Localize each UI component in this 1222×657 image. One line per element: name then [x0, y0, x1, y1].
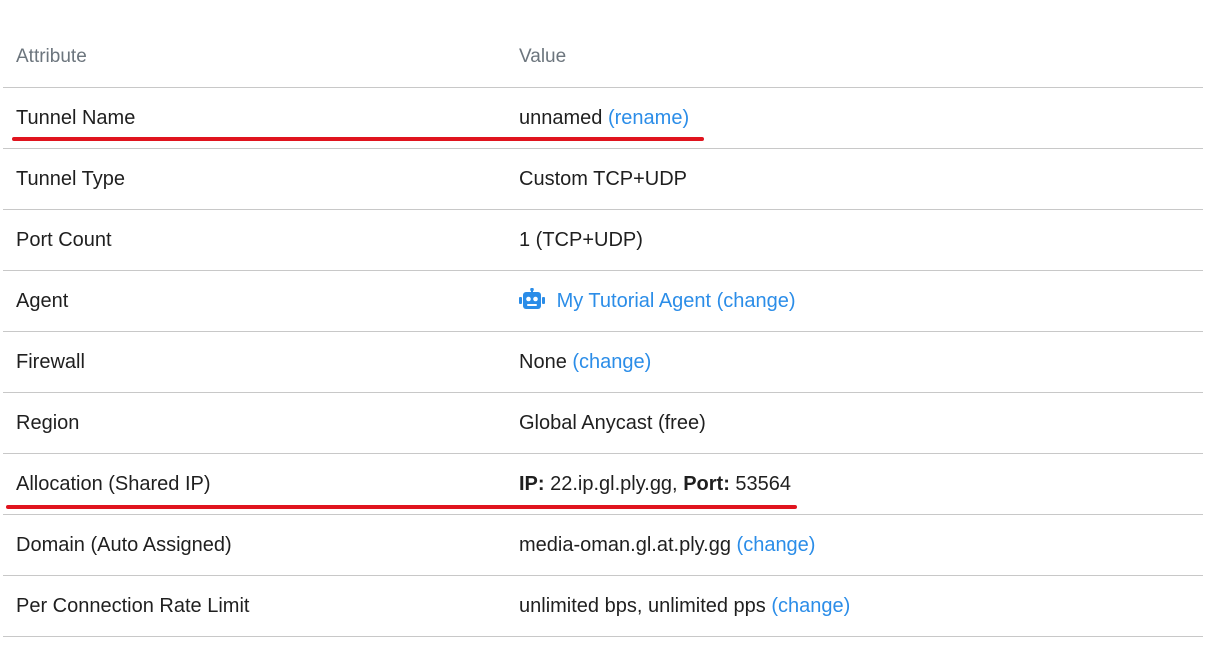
- rename-link[interactable]: (rename): [608, 107, 689, 129]
- tunnel-type-value: Custom TCP+UDP: [519, 168, 688, 190]
- tunnel-name-value: unnamed: [519, 107, 603, 129]
- firewall-change-link[interactable]: (change): [572, 351, 651, 373]
- value-column-header: Value: [519, 46, 567, 67]
- port-label: Port:: [683, 473, 730, 495]
- region-value: Global Anycast (free): [519, 412, 706, 434]
- table-row-domain: Domain (Auto Assigned) media-oman.gl.at.…: [3, 515, 1203, 576]
- robot-icon: [519, 274, 545, 309]
- attribute-label: Domain (Auto Assigned): [16, 534, 232, 556]
- table-row-rate-limit: Per Connection Rate Limit unlimited bps,…: [3, 576, 1203, 637]
- ip-label: IP:: [519, 473, 545, 495]
- attribute-label: Port Count: [16, 229, 112, 251]
- rate-limit-value: unlimited bps, unlimited pps: [519, 595, 766, 617]
- domain-value: media-oman.gl.at.ply.gg: [519, 534, 731, 556]
- attribute-column-header: Attribute: [16, 46, 87, 67]
- agent-change-link[interactable]: My Tutorial Agent (change): [557, 290, 796, 312]
- allocation-highlight-underline: [6, 505, 797, 509]
- table-header-row: Attribute Value: [3, 27, 1203, 88]
- attribute-label: Tunnel Type: [16, 168, 125, 190]
- domain-change-link[interactable]: (change): [737, 534, 816, 556]
- attribute-label: Firewall: [16, 351, 85, 373]
- firewall-value: None: [519, 351, 567, 373]
- attribute-value: My Tutorial Agent (change): [519, 271, 796, 331]
- port-count-value: 1 (TCP+UDP): [519, 229, 643, 251]
- tunnel-name-highlight-underline: [12, 137, 704, 141]
- table-row-region: Region Global Anycast (free): [3, 393, 1203, 454]
- attribute-label: Per Connection Rate Limit: [16, 595, 250, 617]
- attribute-label: Region: [16, 412, 80, 434]
- tunnel-attributes-table: Attribute Value Tunnel Name unnamed (ren…: [3, 27, 1203, 637]
- attribute-value: media-oman.gl.at.ply.gg (change): [519, 515, 815, 575]
- table-row-tunnel-type: Tunnel Type Custom TCP+UDP: [3, 149, 1203, 210]
- table-row-port-count: Port Count 1 (TCP+UDP): [3, 210, 1203, 271]
- table-row-firewall: Firewall None (change): [3, 332, 1203, 393]
- attribute-value: None (change): [519, 332, 651, 392]
- port-value: 53564: [735, 473, 792, 495]
- attribute-label: Agent: [16, 290, 69, 312]
- rate-limit-change-link[interactable]: (change): [771, 595, 850, 617]
- ip-value: 22.ip.gl.ply.gg,: [550, 473, 678, 495]
- attribute-value: unlimited bps, unlimited pps (change): [519, 576, 850, 636]
- table-row-agent: Agent My Tutorial Agent (change): [3, 271, 1203, 332]
